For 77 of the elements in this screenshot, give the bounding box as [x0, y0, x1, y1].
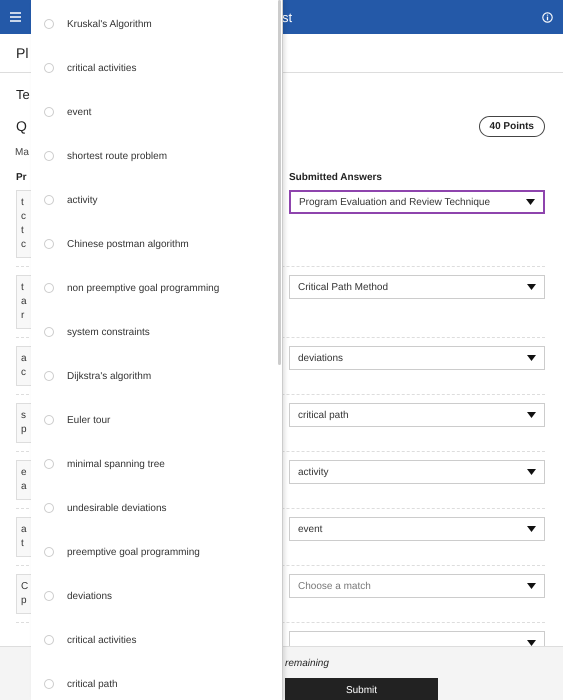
- menu-option[interactable]: system constraints: [31, 310, 276, 354]
- prompt-text: a: [21, 523, 27, 537]
- radio-button[interactable]: [44, 327, 54, 337]
- menu-option[interactable]: activity: [31, 178, 276, 222]
- menu-option[interactable]: critical activities: [31, 46, 276, 90]
- scrollbar[interactable]: [278, 0, 281, 365]
- column-heading: Submitted Answers: [289, 172, 382, 183]
- radio-button[interactable]: [44, 459, 54, 469]
- answer-dropdown[interactable]: critical path: [289, 403, 545, 427]
- menu-option[interactable]: non preemptive goal programming: [31, 266, 276, 310]
- caret-icon: [527, 412, 536, 418]
- prompt-text: p: [21, 594, 27, 608]
- radio-button[interactable]: [44, 283, 54, 293]
- status-text: remaining: [285, 658, 329, 669]
- prompt-text: t: [21, 537, 24, 551]
- menu-option[interactable]: undesirable deviations: [31, 486, 276, 530]
- radio-button[interactable]: [44, 63, 54, 73]
- prompt-text: c: [21, 366, 26, 380]
- radio-button[interactable]: [44, 547, 54, 557]
- caret-icon: [527, 355, 536, 361]
- menu-option[interactable]: deviations: [31, 574, 276, 618]
- prompt-text: s: [21, 409, 26, 423]
- header-title: st: [282, 10, 292, 25]
- caret-icon: [526, 199, 535, 205]
- prompt-text: c: [21, 210, 26, 224]
- prompt-text: a: [21, 480, 27, 494]
- menu-option[interactable]: Euler tour: [31, 398, 276, 442]
- menu-option[interactable]: Chinese postman algorithm: [31, 222, 276, 266]
- answer-dropdown[interactable]: deviations: [289, 346, 545, 370]
- prompt-text: a: [21, 352, 27, 366]
- prompt-text: c: [21, 238, 26, 252]
- menu-option[interactable]: critical path: [31, 662, 276, 700]
- answer-dropdown[interactable]: Program Evaluation and Review Technique: [289, 190, 545, 214]
- prompt-text: t: [21, 224, 24, 238]
- radio-button[interactable]: [44, 151, 54, 161]
- menu-option[interactable]: Dijkstra's algorithm: [31, 354, 276, 398]
- answer-dropdown[interactable]: event: [289, 517, 545, 541]
- answer-dropdown[interactable]: Choose a match: [289, 574, 545, 598]
- answer-dropdown[interactable]: [289, 631, 545, 646]
- answer-dropdown[interactable]: Critical Path Method: [289, 275, 545, 299]
- answer-dropdown[interactable]: activity: [289, 460, 545, 484]
- caret-icon: [527, 284, 536, 290]
- radio-button[interactable]: [44, 371, 54, 381]
- column-heading: Pr: [16, 172, 27, 183]
- menu-option[interactable]: preemptive goal programming: [31, 530, 276, 574]
- radio-button[interactable]: [44, 503, 54, 513]
- radio-button[interactable]: [44, 195, 54, 205]
- prompt-text: C: [21, 580, 28, 594]
- radio-button[interactable]: [44, 679, 54, 689]
- submit-button[interactable]: Submit: [285, 678, 438, 700]
- menu-option[interactable]: minimal spanning tree: [31, 442, 276, 486]
- info-icon[interactable]: [542, 12, 553, 22]
- caret-icon: [527, 469, 536, 475]
- radio-button[interactable]: [44, 19, 54, 29]
- radio-button[interactable]: [44, 239, 54, 249]
- prompt-text: p: [21, 423, 27, 437]
- prompt-text: e: [21, 466, 27, 480]
- instructions-text: Ma: [15, 147, 29, 158]
- page-title: Pl: [16, 45, 28, 61]
- menu-option[interactable]: shortest route problem: [31, 134, 276, 178]
- radio-button[interactable]: [44, 107, 54, 117]
- prompt-text: t: [21, 196, 24, 210]
- radio-button[interactable]: [44, 591, 54, 601]
- prompt-text: r: [21, 309, 24, 323]
- points-badge: 40 Points: [478, 116, 545, 136]
- radio-button[interactable]: [44, 415, 54, 425]
- menu-option[interactable]: critical activities: [31, 618, 276, 662]
- menu-option[interactable]: event: [31, 90, 276, 134]
- test-label: Te: [16, 87, 30, 102]
- radio-button[interactable]: [44, 635, 54, 645]
- question-label: Q: [16, 118, 27, 134]
- menu-option[interactable]: Kruskal's Algorithm: [31, 2, 276, 46]
- prompt-text: a: [21, 295, 27, 309]
- prompt-text: t: [21, 281, 24, 295]
- menu-icon[interactable]: [10, 12, 21, 22]
- caret-icon: [527, 583, 536, 589]
- caret-icon: [527, 526, 536, 532]
